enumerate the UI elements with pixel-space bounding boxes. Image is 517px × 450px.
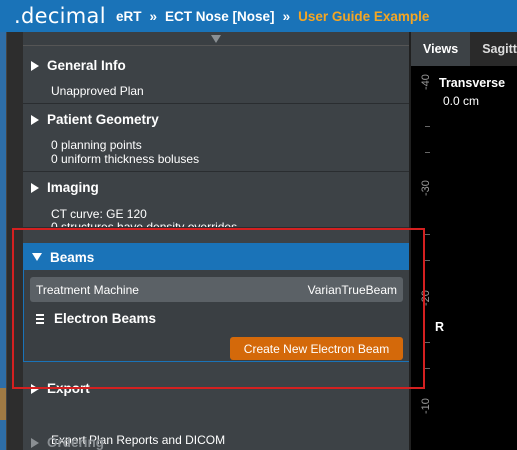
ruler-tick (425, 368, 430, 369)
section-ordering: Ordering (23, 427, 415, 450)
section-header-ordering[interactable]: Ordering (31, 435, 104, 450)
ruler-tick (425, 260, 430, 261)
collapse-arrow-icon (32, 253, 42, 261)
section-imaging: Imaging CT curve: GE 120 0 structures ha… (23, 172, 415, 228)
plan-sections: General Info Unapproved Plan Patient Geo… (23, 32, 415, 450)
breadcrumb-ert[interactable]: eRT (116, 9, 142, 24)
section-title: Patient Geometry (47, 112, 159, 127)
ruler-label: -30 (420, 180, 432, 196)
expand-arrow-icon (31, 182, 39, 193)
section-header-patient-geometry[interactable]: Patient Geometry (31, 112, 159, 127)
section-header-general-info[interactable]: General Info (31, 58, 126, 73)
tab-views[interactable]: Views (411, 32, 471, 66)
section-patient-geometry: Patient Geometry 0 planning points 0 uni… (23, 104, 415, 172)
app-window: .decimal eRT » ECT Nose [Nose] » User Gu… (0, 0, 517, 450)
electron-beams-title: Electron Beams (54, 311, 157, 326)
electron-beams-header: Electron Beams (36, 311, 156, 326)
section-title: Ordering (47, 435, 105, 450)
plan-status-text: Unapproved Plan (51, 84, 144, 98)
section-beams: Beams Treatment Machine VarianTrueBeam E… (23, 243, 410, 362)
section-export: Export Export Plan Reports and DICOM (23, 373, 415, 447)
ruler-label: -20 (420, 290, 432, 306)
view-tabs: Views Sagittal (411, 32, 517, 66)
breadcrumb-current-plan[interactable]: User Guide Example (298, 9, 429, 24)
breadcrumb-separator: » (149, 8, 158, 24)
image-viewer: Views Sagittal -40 -30 -20 -10 Transvers… (411, 32, 517, 450)
breadcrumb-separator: » (282, 8, 291, 24)
collapse-triangle-icon (211, 35, 221, 43)
panel-collapse-bar[interactable] (23, 32, 415, 46)
section-title: Beams (50, 249, 95, 265)
expand-arrow-icon (31, 60, 39, 71)
treatment-machine-label: Treatment Machine (36, 282, 139, 297)
create-electron-beam-button[interactable]: Create New Electron Beam (230, 337, 403, 360)
treatment-machine-value: VarianTrueBeam (307, 282, 397, 297)
view-name: Transverse (439, 76, 506, 90)
orientation-marker: R (435, 320, 445, 334)
boluses-text: 0 uniform thickness boluses (51, 152, 200, 166)
ruler-tick (425, 234, 430, 235)
top-bar: .decimal eRT » ECT Nose [Nose] » User Gu… (0, 0, 517, 32)
tab-sagittal[interactable]: Sagittal (470, 32, 517, 66)
expand-arrow-icon (31, 383, 39, 394)
breadcrumb: eRT » ECT Nose [Nose] » User Guide Examp… (108, 9, 429, 24)
breadcrumb-ect-nose[interactable]: ECT Nose [Nose] (165, 9, 275, 24)
list-icon (36, 312, 44, 326)
slice-position: 0.0 cm (443, 94, 480, 108)
plan-panel: General Info Unapproved Plan Patient Geo… (6, 32, 415, 450)
ruler-tick (425, 152, 430, 153)
expand-arrow-icon (31, 114, 39, 125)
section-title: Export (47, 381, 90, 396)
treatment-machine-row[interactable]: Treatment Machine VarianTrueBeam (30, 277, 403, 302)
density-overrides-text: 0 structures have density overrides (51, 220, 238, 228)
planning-points-text: 0 planning points (51, 138, 142, 152)
expand-arrow-icon (31, 437, 39, 448)
section-header-export[interactable]: Export (31, 381, 90, 396)
ruler-label: -40 (420, 74, 432, 90)
section-title: Imaging (47, 180, 99, 195)
ruler-tick (425, 126, 430, 127)
ruler-label: -10 (420, 398, 432, 414)
section-header-imaging[interactable]: Imaging (31, 180, 99, 195)
ct-curve-text: CT curve: GE 120 (51, 207, 147, 221)
section-general-info: General Info Unapproved Plan (23, 50, 415, 104)
section-title: General Info (47, 58, 126, 73)
decimal-logo[interactable]: .decimal (0, 0, 108, 32)
section-header-beams[interactable]: Beams (24, 244, 409, 270)
ruler-tick (425, 342, 430, 343)
vertical-ruler: -40 -30 -20 -10 (411, 68, 439, 450)
